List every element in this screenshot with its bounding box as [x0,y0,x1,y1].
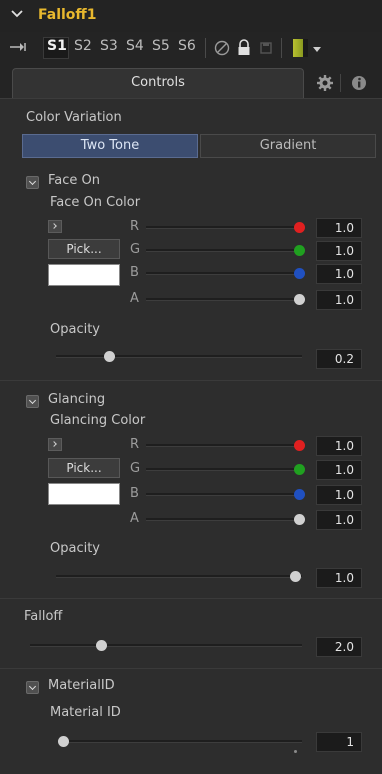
node-header: Falloff1 [0,0,382,32]
material-id-slider-handle[interactable] [58,736,69,747]
face-on-b-slider-track[interactable] [146,272,298,275]
glancing-a-value[interactable]: 1.0 [316,510,362,530]
gear-icon[interactable] [312,70,338,96]
glancing-opacity-slider-handle[interactable] [290,571,301,582]
face-on-channel-b-label: B [130,265,139,280]
toolbar-divider [205,38,206,58]
falloff-slider-handle[interactable] [96,640,107,651]
dropdown-arrow-icon[interactable] [312,45,322,53]
glancing-a-slider-track[interactable] [146,518,298,521]
chevron-down-icon[interactable] [10,7,24,21]
material-id-checkbox-label: MaterialID [48,678,115,693]
tab-controls[interactable]: Controls [12,68,304,98]
face-on-opacity-value[interactable]: 0.2 [316,349,362,369]
falloff-label: Falloff [24,609,63,624]
color-variation-label: Color Variation [26,110,122,125]
glancing-b-value[interactable]: 1.0 [316,485,362,505]
face-on-r-slider-track[interactable] [146,226,298,229]
face-on-channel-r-label: R [130,219,140,234]
material-id-checkbox[interactable] [26,681,39,694]
falloff-slider-track[interactable] [30,644,302,647]
node-title: Falloff1 [38,7,97,23]
face-on-opacity-slider-handle[interactable] [104,351,115,362]
face-on-color-label: Face On Color [50,195,141,210]
disable-icon[interactable] [212,38,232,58]
face-on-g-slider-track[interactable] [146,249,298,252]
glancing-r-slider-track[interactable] [146,444,298,447]
face-on-a-slider-track[interactable] [146,298,298,301]
material-id-label: Material ID [50,705,121,720]
face-on-g-value[interactable]: 1.0 [316,241,362,261]
version-button-s2[interactable]: S2 [74,38,92,58]
color-tag-swatch-dark [303,39,308,57]
two-tone-button[interactable]: Two Tone [22,134,198,158]
glancing-b-slider-track[interactable] [146,493,298,496]
info-icon[interactable] [346,70,372,96]
face-on-b-value[interactable]: 1.0 [316,264,362,284]
glancing-color-label: Glancing Color [50,413,146,428]
section-divider [0,598,382,599]
gradient-button[interactable]: Gradient [200,134,376,158]
version-button-s3[interactable]: S3 [100,38,118,58]
section-divider [0,380,382,381]
glancing-g-value[interactable]: 1.0 [316,460,362,480]
face-on-expand-button[interactable] [48,220,62,233]
glancing-b-slider-handle[interactable] [294,489,305,500]
face-on-color-swatch[interactable] [48,264,120,286]
face-on-b-slider-handle[interactable] [294,268,305,279]
face-on-opacity-slider-track[interactable] [56,355,302,358]
save-icon[interactable] [256,38,276,58]
face-on-a-value[interactable]: 1.0 [316,290,362,310]
glancing-checkbox[interactable] [26,395,39,408]
tab-divider [340,74,341,92]
face-on-channel-a-label: A [130,291,139,306]
color-tag-swatch[interactable] [293,39,303,57]
glancing-channel-b-label: B [130,486,139,501]
glancing-g-slider-handle[interactable] [294,464,305,475]
glancing-r-value[interactable]: 1.0 [316,436,362,456]
material-id-value[interactable]: 1 [316,732,362,752]
face-on-g-slider-handle[interactable] [294,245,305,256]
glancing-channel-r-label: R [130,437,140,452]
falloff-value[interactable]: 2.0 [316,637,362,657]
glancing-color-swatch[interactable] [48,483,120,505]
face-on-opacity-label: Opacity [50,322,101,337]
face-on-a-slider-handle[interactable] [294,294,305,305]
glancing-channel-a-label: A [130,511,139,526]
material-id-slider-track[interactable] [60,740,302,743]
glancing-pick-button[interactable]: Pick... [48,458,120,478]
pin-icon[interactable] [10,42,28,52]
glancing-expand-button[interactable] [48,438,62,451]
lock-icon[interactable] [234,38,254,58]
glancing-opacity-slider-track[interactable] [56,575,302,578]
section-divider [0,668,382,669]
face-on-channel-g-label: G [130,242,141,257]
version-button-s5[interactable]: S5 [152,38,170,58]
glancing-opacity-value[interactable]: 1.0 [316,568,362,588]
face-on-r-slider-handle[interactable] [294,222,305,233]
glancing-g-slider-track[interactable] [146,468,298,471]
glancing-label: Glancing [48,392,106,407]
glancing-a-slider-handle[interactable] [294,514,305,525]
glancing-r-slider-handle[interactable] [294,440,305,451]
version-button-s6[interactable]: S6 [178,38,196,58]
version-button-s1[interactable]: S1 [47,38,67,58]
toolbar-divider [281,38,282,58]
face-on-pick-button[interactable]: Pick... [48,239,120,259]
face-on-r-value[interactable]: 1.0 [316,218,362,238]
glancing-channel-g-label: G [130,461,141,476]
face-on-label: Face On [48,173,100,188]
glancing-opacity-label: Opacity [50,541,101,556]
version-button-s4[interactable]: S4 [126,38,144,58]
face-on-checkbox[interactable] [26,176,39,189]
material-id-default-marker [294,750,297,753]
